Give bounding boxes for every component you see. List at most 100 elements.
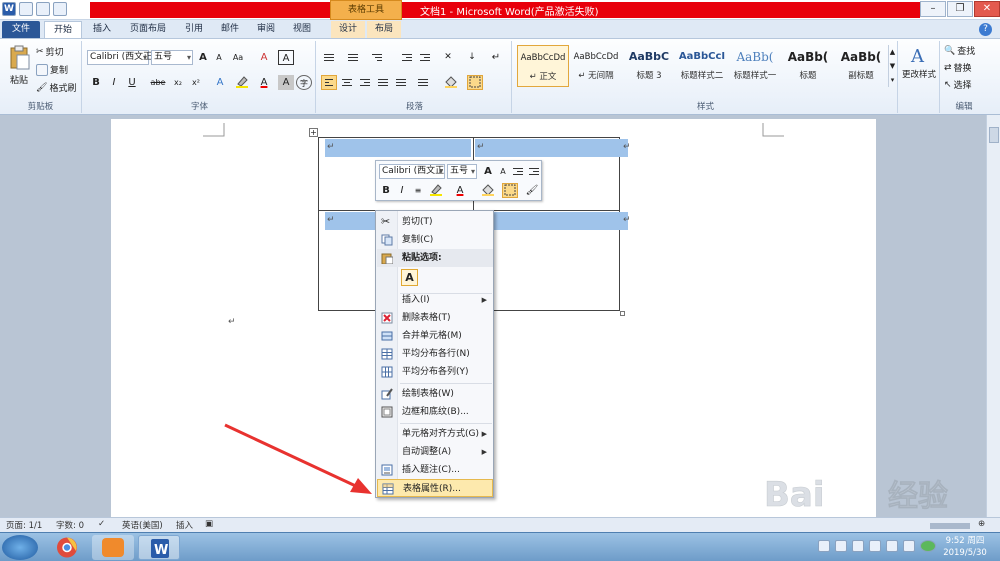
- align-right-icon[interactable]: [357, 75, 373, 90]
- menu-item-insert-caption[interactable]: 插入题注(C)...: [377, 461, 493, 479]
- find-button[interactable]: 🔍 查找: [944, 44, 975, 58]
- word-count[interactable]: 字数: 0: [56, 519, 84, 531]
- selected-cell-1[interactable]: [325, 139, 471, 157]
- insert-mode-indicator[interactable]: 插入: [176, 519, 193, 531]
- mini-bold-button[interactable]: B: [378, 183, 394, 198]
- tab-view[interactable]: 视图: [286, 21, 318, 38]
- tray-icon[interactable]: [903, 540, 915, 552]
- highlight-icon[interactable]: [234, 75, 250, 90]
- mini-align-center-icon[interactable]: ≡: [410, 183, 426, 198]
- shrink-font-button[interactable]: A: [211, 50, 227, 65]
- start-button[interactable]: [2, 535, 38, 560]
- save-icon[interactable]: [19, 2, 33, 16]
- styles-scroll[interactable]: ▲ ▼ ▾: [888, 45, 896, 87]
- show-marks-icon[interactable]: ↵: [488, 50, 504, 65]
- macro-record-icon[interactable]: ▣: [205, 519, 213, 529]
- word-app-icon[interactable]: W: [2, 2, 16, 16]
- mini-format-painter-icon[interactable]: 🖌: [524, 183, 540, 198]
- style-subtitle[interactable]: AaBb( 副标题: [835, 45, 887, 87]
- menu-item-merge-cells[interactable]: 合并单元格(M): [377, 327, 493, 345]
- close-button[interactable]: ✕: [974, 1, 1000, 17]
- justify-icon[interactable]: [375, 75, 391, 90]
- enclose-character-icon[interactable]: 字: [296, 75, 312, 90]
- multilevel-list-icon[interactable]: [369, 50, 385, 65]
- menu-item-cut[interactable]: ✂ 剪切(T): [377, 213, 493, 231]
- maximize-button[interactable]: ❐: [947, 1, 973, 17]
- paste-keep-text-button[interactable]: A: [401, 269, 418, 286]
- mini-decrease-indent-icon[interactable]: [510, 164, 526, 179]
- menu-item-draw-table[interactable]: 绘制表格(W): [377, 385, 493, 403]
- mini-grow-font-icon[interactable]: A: [480, 164, 496, 179]
- character-border-button[interactable]: A: [278, 50, 294, 65]
- mini-shading-icon[interactable]: [480, 183, 496, 198]
- uc-browser-taskbar-icon[interactable]: [92, 535, 134, 560]
- chinese-layout-icon[interactable]: ✕: [440, 50, 456, 65]
- bold-button[interactable]: B: [88, 75, 104, 90]
- character-shading-icon[interactable]: A: [278, 75, 294, 90]
- format-painter-button[interactable]: 🖌 格式刷: [36, 81, 76, 95]
- zoom-slider[interactable]: [930, 523, 970, 529]
- text-effects-icon[interactable]: A: [212, 75, 228, 90]
- style-normal[interactable]: AaBbCcDd ↵ 正文: [517, 45, 569, 87]
- mini-shrink-font-icon[interactable]: A: [495, 164, 511, 179]
- tab-file[interactable]: 文件: [2, 21, 40, 38]
- paste-button[interactable]: 粘贴: [6, 45, 32, 86]
- tab-references[interactable]: 引用: [178, 21, 210, 38]
- shading-icon[interactable]: [443, 75, 459, 90]
- redo-icon[interactable]: [53, 2, 67, 16]
- tab-insert[interactable]: 插入: [86, 21, 118, 38]
- strikethrough-button[interactable]: abe: [148, 75, 168, 90]
- menu-item-delete-table[interactable]: 删除表格(T): [377, 309, 493, 327]
- font-size-combo[interactable]: 五号: [151, 50, 193, 65]
- mini-borders-icon[interactable]: [502, 183, 518, 198]
- menu-item-insert[interactable]: 插入(I) ▶: [377, 291, 493, 309]
- language-indicator[interactable]: 英语(美国): [122, 519, 163, 531]
- align-center-icon[interactable]: [339, 75, 355, 90]
- grow-font-button[interactable]: A: [195, 50, 211, 65]
- bullets-icon[interactable]: [321, 50, 337, 65]
- copy-button[interactable]: 复制: [36, 63, 68, 76]
- table-move-handle[interactable]: +: [309, 128, 318, 137]
- style-heading-two[interactable]: AaBbCcI 标题样式二: [676, 45, 728, 87]
- word-taskbar-icon[interactable]: W: [138, 535, 180, 560]
- distributed-icon[interactable]: [393, 75, 409, 90]
- tab-page-layout[interactable]: 页面布局: [122, 21, 174, 38]
- style-heading-3[interactable]: AaBbC 标题 3: [623, 45, 675, 87]
- tab-layout[interactable]: 布局: [367, 21, 401, 38]
- subscript-button[interactable]: x₂: [170, 75, 186, 90]
- chrome-taskbar-icon[interactable]: [46, 535, 88, 560]
- vertical-scrollbar[interactable]: [986, 115, 1000, 517]
- tray-icon[interactable]: [818, 540, 830, 552]
- tray-icon[interactable]: [852, 540, 864, 552]
- menu-item-distribute-rows[interactable]: 平均分布各行(N): [377, 345, 493, 363]
- menu-item-borders-shading[interactable]: 边框和底纹(B)...: [377, 403, 493, 421]
- minimize-button[interactable]: –: [920, 1, 946, 17]
- undo-icon[interactable]: [36, 2, 50, 16]
- clock[interactable]: 9:52 周四 2019/5/30: [935, 535, 995, 559]
- underline-button[interactable]: U: [124, 75, 140, 90]
- superscript-button[interactable]: x²: [188, 75, 204, 90]
- menu-item-copy[interactable]: 复制(C): [377, 231, 493, 249]
- tab-review[interactable]: 审阅: [250, 21, 282, 38]
- italic-button[interactable]: I: [106, 75, 122, 90]
- tray-icon[interactable]: [835, 540, 847, 552]
- tab-mailings[interactable]: 邮件: [214, 21, 246, 38]
- proofing-icon[interactable]: ✓: [98, 519, 105, 529]
- menu-item-cell-alignment[interactable]: 单元格对齐方式(G) ▶: [377, 425, 493, 443]
- align-left-icon[interactable]: [321, 75, 337, 90]
- menu-item-autofit[interactable]: 自动调整(A) ▶: [377, 443, 493, 461]
- tab-design[interactable]: 设计: [331, 21, 365, 38]
- font-color-icon[interactable]: A: [256, 75, 272, 90]
- cut-button[interactable]: ✂ 剪切: [36, 45, 64, 59]
- clear-formatting-button[interactable]: A: [256, 50, 272, 65]
- tray-icon[interactable]: [920, 540, 936, 552]
- numbering-icon[interactable]: [345, 50, 361, 65]
- mini-highlight-icon[interactable]: [428, 183, 444, 198]
- scroll-thumb[interactable]: [989, 127, 999, 143]
- menu-item-table-properties[interactable]: 表格属性(R)...: [377, 479, 493, 497]
- change-case-button[interactable]: Aa: [230, 50, 246, 65]
- page-count[interactable]: 页面: 1/1: [6, 519, 42, 531]
- style-no-spacing[interactable]: AaBbCcDd ↵ 无间隔: [570, 45, 622, 87]
- mini-increase-indent-icon[interactable]: [526, 164, 542, 179]
- mini-font-name-combo[interactable]: Calibri (西文正: [379, 164, 445, 179]
